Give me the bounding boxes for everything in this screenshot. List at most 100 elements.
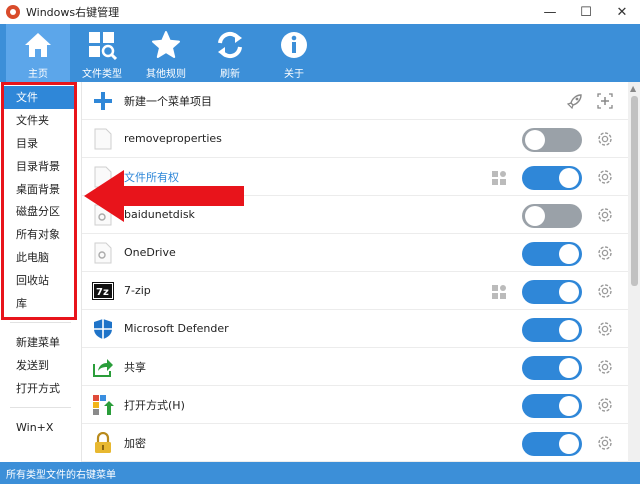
enable-toggle[interactable] [522, 356, 582, 380]
sidebar-item-directory-background[interactable]: 目录背景 [0, 154, 81, 177]
main-toolbar: 主页 文件类型 其他规则 刷新 关于 [0, 24, 640, 82]
enable-toggle[interactable] [522, 394, 582, 418]
open-with-icon [92, 394, 114, 416]
menu-item-row[interactable]: 7z 7-zip [82, 272, 628, 310]
minimize-button[interactable]: — [532, 0, 568, 24]
gear-icon[interactable] [596, 396, 614, 414]
toolbar-home-label: 主页 [28, 69, 48, 80]
sidebar-item-new-menu[interactable]: 新建菜单 [0, 331, 81, 354]
toggle-knob [559, 282, 579, 302]
row-label: OneDrive [124, 246, 176, 259]
gear-icon[interactable] [596, 168, 614, 186]
sidebar-item-win-x[interactable]: Win+X [0, 416, 81, 439]
toggle-knob [559, 396, 579, 416]
sidebar-item-send-to[interactable]: 发送到 [0, 354, 81, 377]
toggle-knob [559, 434, 579, 454]
lock-icon [92, 431, 114, 454]
menu-item-row[interactable]: 文件所有权 [82, 158, 628, 196]
enable-toggle[interactable] [522, 318, 582, 342]
add-separator-icon[interactable] [596, 92, 614, 110]
row-label: 加密 [124, 436, 146, 450]
gear-icon[interactable] [596, 434, 614, 452]
multi-item-icon [492, 284, 506, 299]
toolbar-about-label: 关于 [284, 69, 304, 80]
enable-toggle[interactable] [522, 280, 582, 304]
row-label: 7-zip [124, 284, 151, 297]
sidebar-item-recycle-bin[interactable]: 回收站 [0, 268, 81, 291]
menu-item-list: 新建一个菜单项目 removeproperties 文件所有权 baidunet… [82, 82, 628, 462]
enable-toggle[interactable] [522, 242, 582, 266]
star-icon [149, 28, 183, 62]
window-title: Windows右键管理 [26, 6, 120, 19]
7zip-icon: 7z [92, 280, 114, 302]
enable-toggle[interactable] [522, 432, 582, 456]
plus-icon [92, 90, 114, 112]
gear-icon[interactable] [596, 320, 614, 338]
toolbar-refresh-button[interactable]: 刷新 [198, 24, 262, 82]
menu-item-row[interactable]: OneDrive [82, 234, 628, 272]
status-bar: 所有类型文件的右键菜单 [0, 462, 640, 484]
enable-toggle[interactable] [522, 166, 582, 190]
home-icon [21, 28, 55, 62]
sidebar-item-desktop-background[interactable]: 桌面背景 [0, 177, 81, 200]
blank-file-icon [92, 128, 114, 150]
row-label: baidunetdisk [124, 208, 195, 221]
gear-icon[interactable] [596, 282, 614, 300]
scroll-thumb[interactable] [631, 96, 638, 286]
menu-item-row[interactable]: baidunetdisk [82, 196, 628, 234]
sidebar: 文件 文件夹 目录 目录背景 桌面背景 磁盘分区 所有对象 此电脑 回收站 库 … [0, 82, 82, 462]
window-controls: — ☐ ✕ [532, 0, 640, 24]
toolbar-other-rules-label: 其他规则 [146, 69, 186, 80]
gear-icon[interactable] [596, 358, 614, 376]
row-label: removeproperties [124, 132, 222, 145]
menu-item-row[interactable]: 加密 [82, 424, 628, 462]
svg-text:7z: 7z [96, 287, 109, 298]
scroll-up-icon[interactable]: ▲ [630, 84, 636, 93]
menu-item-row[interactable]: removeproperties [82, 120, 628, 158]
vertical-scrollbar[interactable]: ▲ [628, 82, 640, 462]
new-menu-item-row[interactable]: 新建一个菜单项目 [82, 82, 628, 120]
rocket-icon[interactable] [566, 92, 584, 110]
app-window: Windows右键管理 — ☐ ✕ 主页 文件类型 其他规则 刷新 关于 文件 … [0, 0, 640, 484]
toolbar-refresh-label: 刷新 [220, 69, 240, 80]
row-label: Microsoft Defender [124, 322, 229, 335]
toolbar-about-button[interactable]: 关于 [262, 24, 326, 82]
toggle-knob [559, 320, 579, 340]
gear-icon[interactable] [596, 244, 614, 262]
close-button[interactable]: ✕ [604, 0, 640, 24]
gear-file-icon [92, 204, 114, 226]
menu-item-row[interactable]: Microsoft Defender [82, 310, 628, 348]
toggle-knob [559, 244, 579, 264]
maximize-button[interactable]: ☐ [568, 0, 604, 24]
multi-item-icon [492, 170, 506, 185]
enable-toggle[interactable] [522, 128, 582, 152]
toggle-knob [559, 358, 579, 378]
gear-icon[interactable] [596, 130, 614, 148]
gear-file-icon [92, 242, 114, 264]
sidebar-item-library[interactable]: 库 [0, 291, 81, 314]
sidebar-divider [10, 321, 71, 323]
file-type-icon [85, 28, 119, 62]
menu-item-row[interactable]: 共享 [82, 348, 628, 386]
sidebar-item-this-pc[interactable]: 此电脑 [0, 246, 81, 269]
toolbar-file-type-label: 文件类型 [82, 69, 122, 80]
sidebar-divider [10, 407, 71, 409]
toggle-knob [525, 130, 545, 150]
sidebar-item-file[interactable]: 文件 [4, 86, 77, 109]
toolbar-file-type-button[interactable]: 文件类型 [70, 24, 134, 82]
sidebar-item-directory[interactable]: 目录 [0, 132, 81, 155]
sidebar-item-all-objects[interactable]: 所有对象 [0, 223, 81, 246]
enable-toggle[interactable] [522, 204, 582, 228]
toolbar-other-rules-button[interactable]: 其他规则 [134, 24, 198, 82]
row-label: 新建一个菜单项目 [124, 94, 212, 108]
title-bar: Windows右键管理 — ☐ ✕ [0, 0, 640, 24]
toolbar-home-button[interactable]: 主页 [6, 24, 70, 82]
sidebar-item-folder[interactable]: 文件夹 [0, 109, 81, 132]
menu-item-row[interactable]: 打开方式(H) [82, 386, 628, 424]
sidebar-item-disk-partition[interactable]: 磁盘分区 [0, 200, 81, 223]
share-icon [92, 356, 114, 378]
refresh-icon [213, 28, 247, 62]
gear-icon[interactable] [596, 206, 614, 224]
blank-file-icon [92, 166, 114, 188]
sidebar-item-open-with[interactable]: 打开方式 [0, 377, 81, 400]
